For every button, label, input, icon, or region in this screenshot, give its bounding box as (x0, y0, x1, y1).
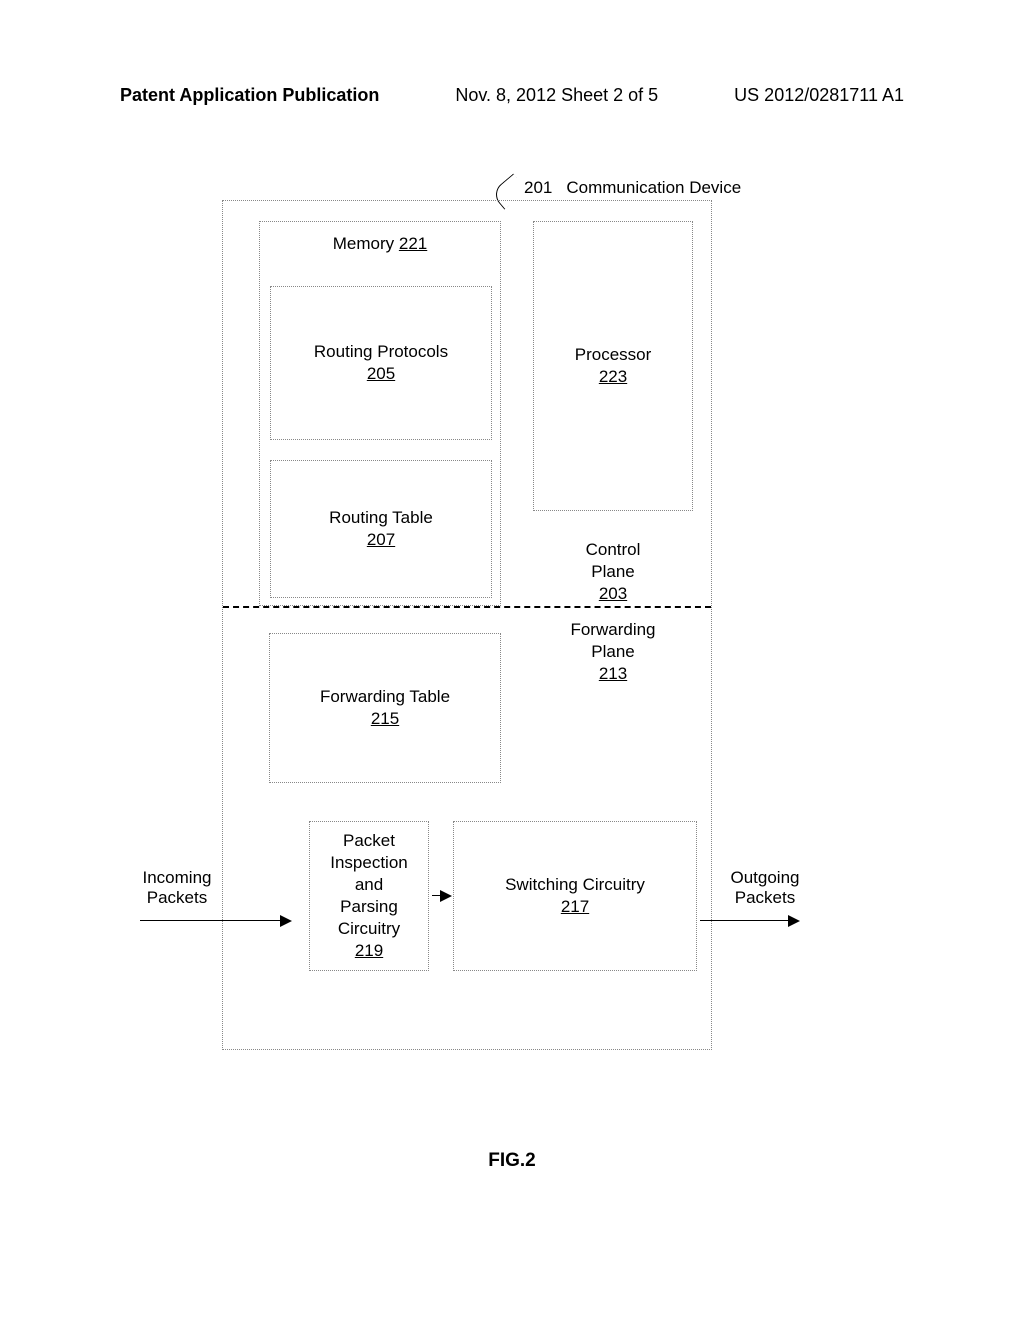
plane-divider (223, 606, 711, 608)
packet-inspection-l5: Circuitry (310, 918, 428, 940)
header-right: US 2012/0281711 A1 (734, 85, 904, 106)
memory-label: Memory (333, 234, 394, 253)
incoming-l2: Packets (147, 888, 207, 907)
device-title: Communication Device (566, 178, 741, 198)
forwarding-table-ref: 215 (270, 708, 500, 730)
incoming-l1: Incoming (143, 868, 212, 887)
routing-protocols-box: Routing Protocols 205 (270, 286, 492, 440)
switching-label: Switching Circuitry (454, 874, 696, 896)
forwarding-plane-label: Forwarding Plane 213 (533, 619, 693, 685)
memory-title: Memory 221 (260, 234, 500, 254)
processor-ref: 223 (534, 366, 692, 388)
forwarding-plane-ref: 213 (599, 664, 627, 683)
routing-table-ref: 207 (271, 529, 491, 551)
outgoing-l2: Packets (735, 888, 795, 907)
control-plane-label: Control Plane 203 (533, 539, 693, 605)
routing-protocols-ref: 205 (271, 363, 491, 385)
outgoing-packets-label: Outgoing Packets (720, 868, 810, 909)
device-ref: 201 (524, 178, 552, 198)
routing-table-box: Routing Table 207 (270, 460, 492, 598)
packet-inspection-box: Packet Inspection and Parsing Circuitry … (309, 821, 429, 971)
processor-box: Processor 223 (533, 221, 693, 511)
memory-ref: 221 (399, 234, 427, 253)
arrow-mid-icon (432, 895, 450, 896)
arrow-outgoing-icon (700, 920, 798, 921)
forwarding-plane-l1: Forwarding (570, 620, 655, 639)
communication-device-box: Memory 221 Routing Protocols 205 Routing… (222, 200, 712, 1050)
packet-inspection-l3: and (310, 874, 428, 896)
arrow-incoming-icon (140, 920, 290, 921)
device-ref-label: 201 Communication Device (490, 176, 741, 198)
header-center: Nov. 8, 2012 Sheet 2 of 5 (455, 85, 658, 106)
packet-inspection-l1: Packet (310, 830, 428, 852)
incoming-packets-label: Incoming Packets (132, 868, 222, 909)
control-plane-ref: 203 (599, 584, 627, 603)
outgoing-l1: Outgoing (731, 868, 800, 887)
page-header: Patent Application Publication Nov. 8, 2… (0, 85, 1024, 106)
control-plane-l2: Plane (591, 562, 634, 581)
forwarding-table-box: Forwarding Table 215 (269, 633, 501, 783)
packet-inspection-l2: Inspection (310, 852, 428, 874)
routing-protocols-label: Routing Protocols (271, 341, 491, 363)
switching-ref: 217 (454, 896, 696, 918)
forwarding-table-label: Forwarding Table (270, 686, 500, 708)
figure-label: FIG.2 (0, 1150, 1024, 1172)
processor-label: Processor (534, 344, 692, 366)
switching-circuitry-box: Switching Circuitry 217 (453, 821, 697, 971)
memory-box: Memory 221 Routing Protocols 205 Routing… (259, 221, 501, 606)
header-left: Patent Application Publication (120, 85, 379, 106)
packet-inspection-l4: Parsing (310, 896, 428, 918)
packet-inspection-ref: 219 (310, 940, 428, 962)
forwarding-plane-l2: Plane (591, 642, 634, 661)
routing-table-label: Routing Table (271, 507, 491, 529)
control-plane-l1: Control (586, 540, 641, 559)
